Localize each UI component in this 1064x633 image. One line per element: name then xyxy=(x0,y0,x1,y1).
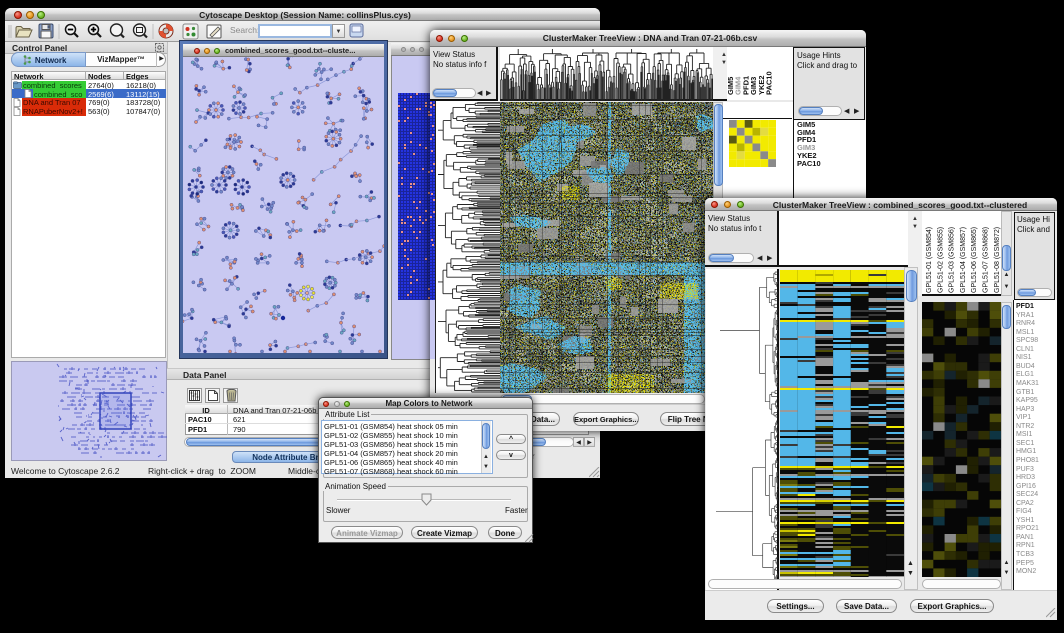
svg-text:GPL51-02 (GSM855): GPL51-02 (GSM855) xyxy=(937,227,944,293)
svg-text:GPL51-01 (GSM854): GPL51-01 (GSM854) xyxy=(926,227,933,293)
svg-text:GPL51-07 (GSM868): GPL51-07 (GSM868) xyxy=(983,227,990,293)
svg-text:PAC10: PAC10 xyxy=(765,71,774,95)
svg-text:GPL51-08 (GSM872): GPL51-08 (GSM872) xyxy=(994,227,1001,293)
svg-text:GPL51-06 (GSM865): GPL51-06 (GSM865) xyxy=(971,227,978,293)
svg-text:GPL51-03 (GSM856): GPL51-03 (GSM856) xyxy=(949,227,956,293)
svg-text:GPL51-04 (GSM857): GPL51-04 (GSM857) xyxy=(960,227,967,293)
